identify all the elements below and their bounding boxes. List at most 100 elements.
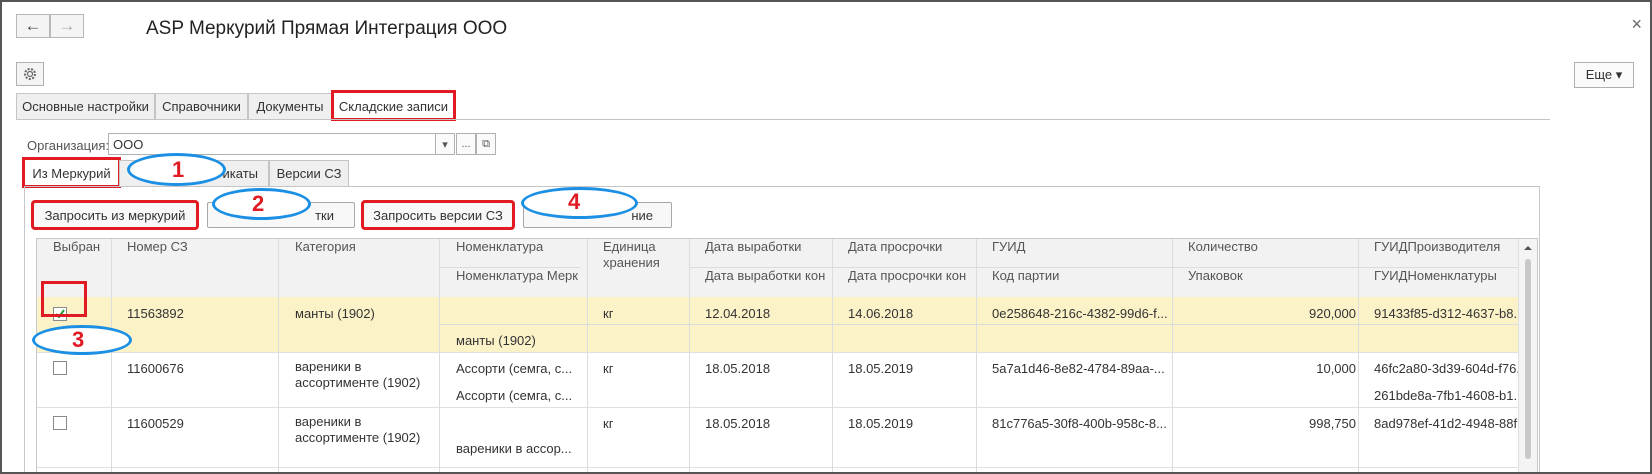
col-separator (587, 239, 588, 472)
subtab-from-mercury[interactable]: Из Меркурий (22, 157, 121, 188)
header-guid-producer[interactable]: ГУИДПроизводителя (1374, 239, 1500, 254)
annotation-number-1: 1 (172, 157, 185, 182)
table-row[interactable]: 11600529 вареники в ассортименте (1902) … (37, 407, 1519, 468)
organization-input[interactable]: ООО (108, 133, 436, 155)
cell-number: 11600529 (127, 416, 184, 431)
tab-references[interactable]: Справочники (155, 93, 248, 119)
close-icon: × (1631, 14, 1642, 34)
organization-dropdown-button[interactable]: ▾ (435, 133, 455, 155)
cell-unit: кг (603, 416, 614, 431)
cell-unit: кг (603, 361, 614, 376)
table-header: Выбран Номер СЗ Категория Номенклатура Н… (37, 239, 1519, 298)
header-unit[interactable]: Единица хранения (603, 239, 693, 271)
organization-select-button[interactable]: ... (456, 133, 476, 155)
arrow-left-icon: ← (24, 16, 42, 35)
cell-date-prod: 18.05.2018 (705, 361, 771, 376)
cell-unit: кг (603, 306, 614, 321)
tab-warehouse-records[interactable]: Складские записи (331, 90, 456, 121)
back-button[interactable]: ← (16, 14, 50, 38)
chevron-down-icon: ▾ (442, 138, 448, 151)
forward-button[interactable]: → (50, 14, 84, 38)
cell-number: 11600676 (127, 361, 184, 376)
row-subline (439, 324, 1519, 325)
header-number[interactable]: Номер СЗ (127, 239, 188, 254)
col-separator (439, 239, 440, 472)
header-subline (689, 267, 1519, 268)
open-icon: ⧉ (482, 137, 490, 150)
header-date-prod-end[interactable]: Дата выработки кон (705, 268, 825, 283)
cell-nomenclature: Ассорти (семга, с... (456, 361, 573, 376)
cell-guid: 0e258648-216c-4382-99d6-f... (992, 306, 1168, 321)
main-tabs-line (16, 119, 1550, 120)
vertical-scrollbar[interactable] (1518, 239, 1537, 472)
cell-date-prod: 18.05.2018 (705, 416, 771, 431)
scroll-up-icon (1524, 246, 1532, 250)
subtab-versions[interactable]: Версии СЗ (269, 160, 349, 186)
header-guid[interactable]: ГУИД (992, 239, 1025, 254)
table-row[interactable]: 11563892 манты (1902) манты (1902) кг 12… (37, 297, 1519, 353)
cell-date-exp: 14.06.2018 (848, 306, 914, 321)
checkbox-highlight (41, 281, 87, 317)
cell-quantity: 10,000 (1316, 361, 1356, 376)
cell-guid-producer: 91433f85-d312-4637-b8... (1374, 306, 1519, 321)
header-quantity[interactable]: Количество (1188, 239, 1258, 254)
arrow-right-icon: → (58, 16, 76, 35)
cell-guid-producer: 8ad978ef-41d2-4948-88f... (1374, 416, 1519, 431)
col-separator (278, 239, 279, 472)
cell-nomenclature-merc: вареники в ассор... (456, 441, 572, 456)
organization-label: Организация: (27, 138, 110, 153)
header-nomenclature-merc[interactable]: Номенклатура Мерк (456, 268, 578, 283)
cell-guid: 81c776a5-30f8-400b-958c-8... (992, 416, 1167, 431)
row-checkbox[interactable] (53, 416, 67, 430)
header-subline (439, 267, 580, 268)
header-date-exp-end[interactable]: Дата просрочки кон (848, 268, 966, 283)
cell-date-exp: 18.05.2019 (848, 361, 914, 376)
header-selected[interactable]: Выбран (53, 239, 100, 254)
cell-category: манты (1902) (295, 306, 375, 321)
annotation-number-3: 3 (72, 327, 85, 352)
close-button[interactable]: × (1631, 14, 1642, 35)
col-separator (1172, 239, 1173, 472)
col-separator (832, 239, 833, 472)
header-date-exp[interactable]: Дата просрочки (848, 239, 942, 254)
window-title: ASP Меркурий Прямая Интеграция ООО (146, 18, 508, 39)
header-date-prod[interactable]: Дата выработки (705, 239, 801, 254)
cell-nomenclature-merc: Ассорти (семга, с... (456, 388, 573, 403)
cell-date-prod: 12.04.2018 (705, 306, 771, 321)
window-frame: ← → ASP Меркурий Прямая Интеграция ООО ×… (0, 0, 1652, 474)
row-checkbox[interactable] (53, 361, 67, 375)
cell-date-exp: 18.05.2019 (848, 416, 914, 431)
request-versions-button[interactable]: Запросить версии СЗ (361, 200, 515, 230)
cell-guid: 5a7a1d46-8e82-4784-89aa-... (992, 361, 1165, 376)
settings-button[interactable] (16, 62, 44, 86)
cell-quantity: 998,750 (1309, 416, 1356, 431)
header-packaging[interactable]: Упаковок (1188, 268, 1243, 283)
col-separator (111, 239, 112, 472)
cell-guid-producer: 46fc2a80-3d39-604d-f76... (1374, 361, 1519, 376)
organization-value: ООО (113, 136, 144, 152)
cell-number: 11563892 (127, 306, 184, 321)
table-row[interactable]: 11600676 вареники в ассортименте (1902) … (37, 352, 1519, 408)
header-category[interactable]: Категория (295, 239, 356, 254)
records-table: Выбран Номер СЗ Категория Номенклатура Н… (36, 238, 1538, 472)
cell-nomenclature-merc: манты (1902) (456, 333, 536, 348)
gear-icon (24, 68, 36, 80)
col-separator (689, 239, 690, 472)
cell-category: вареники в ассортименте (1902) (295, 414, 421, 445)
header-nomenclature[interactable]: Номенклатура (456, 239, 543, 254)
annotation-number-2: 2 (252, 191, 265, 216)
tab-main-settings[interactable]: Основные настройки (16, 93, 155, 119)
more-button[interactable]: Еще ▾ (1574, 62, 1634, 88)
organization-open-button[interactable]: ⧉ (476, 133, 496, 155)
scroll-thumb[interactable] (1525, 259, 1531, 459)
header-guid-nomenclature[interactable]: ГУИДНоменклатуры (1374, 268, 1497, 283)
header-batch-code[interactable]: Код партии (992, 268, 1059, 283)
request-mercury-button[interactable]: Запросить из меркурий (31, 200, 199, 230)
cell-guid-nomenclature: 261bde8a-7fb1-4608-b1... (1374, 388, 1519, 403)
cell-quantity: 920,000 (1309, 306, 1356, 321)
ellipsis-icon: ... (461, 138, 471, 150)
annotation-number-4: 4 (568, 189, 581, 214)
cell-category: вареники в ассортименте (1902) (295, 359, 421, 390)
tab-documents[interactable]: Документы (248, 93, 332, 119)
col-separator (1358, 239, 1359, 472)
